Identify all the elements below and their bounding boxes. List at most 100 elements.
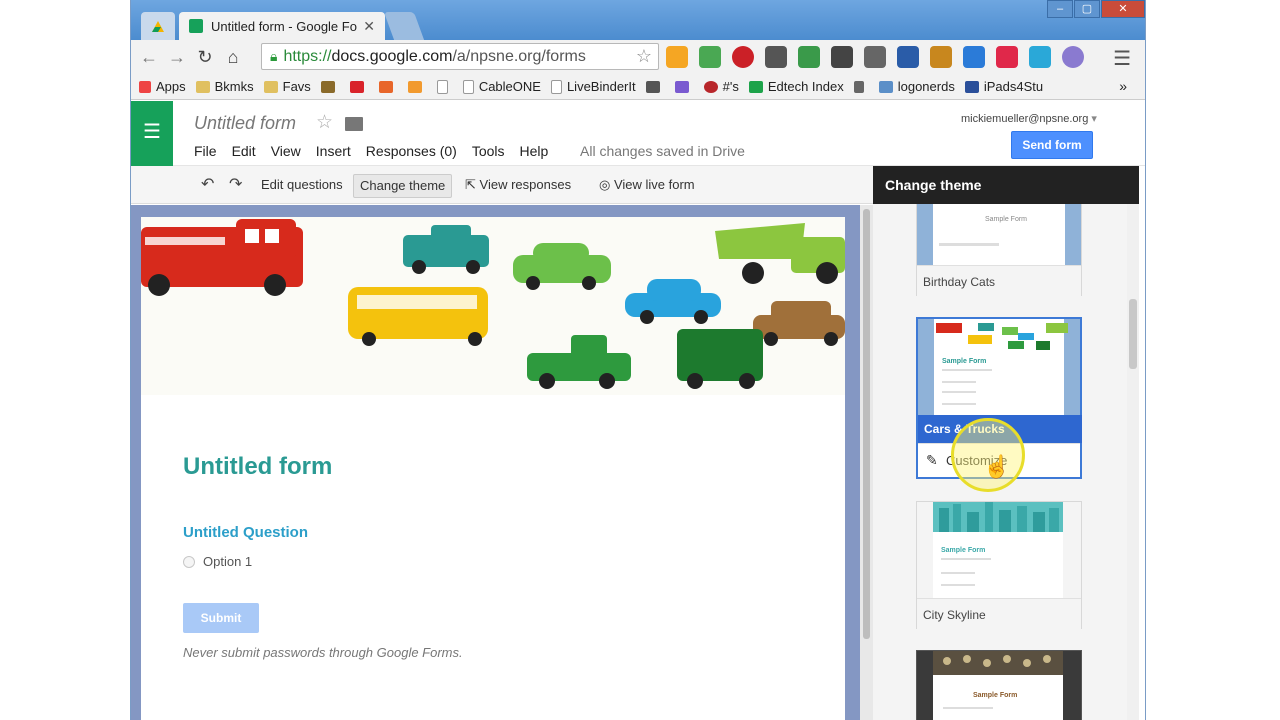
- bookmark-icon-only[interactable]: [853, 80, 869, 93]
- city-skyline-thumbnail: Sample Form: [917, 502, 1081, 598]
- bookmark-icon-only[interactable]: [320, 80, 340, 93]
- form-preview-area: Untitled form Untitled Question Option 1…: [131, 205, 873, 720]
- bookmark-icon-only[interactable]: [674, 80, 694, 93]
- bookmark-favs[interactable]: Favs: [263, 79, 311, 94]
- home-icon[interactable]: ⌂: [219, 43, 247, 71]
- drive-extension-icon[interactable]: [699, 46, 721, 68]
- theme-card-city-skyline[interactable]: Sample Form City Skyline: [916, 501, 1082, 630]
- bookmark-favicon-icon: [645, 80, 660, 93]
- bookmark-icon-only[interactable]: [378, 80, 398, 93]
- forward-icon[interactable]: →: [163, 43, 191, 71]
- bookmark-bkmks[interactable]: Bkmks: [195, 79, 254, 94]
- globe-icon: ◎: [599, 177, 611, 192]
- extension-icon[interactable]: [930, 46, 952, 68]
- view-responses-label: View responses: [479, 177, 572, 192]
- bookmark-logonerds[interactable]: logonerds: [878, 79, 955, 94]
- form-title: Untitled form: [183, 453, 333, 480]
- menu-help[interactable]: Help: [520, 143, 549, 159]
- account-menu[interactable]: mickiemueller@npsne.org ▾: [961, 112, 1097, 125]
- back-icon[interactable]: ←: [135, 43, 163, 71]
- option-label: Option 1: [203, 554, 253, 569]
- folder-icon[interactable]: [345, 117, 363, 131]
- desktop-left: [0, 0, 130, 720]
- extension-icon[interactable]: [1062, 46, 1084, 68]
- scrollbar-thumb[interactable]: [863, 209, 870, 639]
- send-form-button[interactable]: Send form: [1011, 131, 1093, 159]
- forms-menu-icon[interactable]: ☰: [131, 101, 173, 166]
- pinterest-icon[interactable]: [732, 46, 754, 68]
- document-title[interactable]: Untitled form: [194, 113, 296, 134]
- bookmark-icon-only[interactable]: [349, 80, 369, 93]
- view-live-form-button[interactable]: ◎ View live form: [593, 174, 701, 198]
- bookmarks-overflow-icon[interactable]: »: [1119, 78, 1127, 94]
- view-responses-button[interactable]: ⇱ View responses: [459, 174, 577, 198]
- extension-icon[interactable]: [897, 46, 919, 68]
- bookmark-favicon-icon: [320, 80, 335, 93]
- minimize-icon[interactable]: –: [1047, 0, 1073, 18]
- bookmark-apps[interactable]: Apps: [139, 79, 186, 94]
- page-icon: [436, 79, 448, 94]
- tab-title: Untitled form - Google Fo: [211, 18, 357, 34]
- extension-icon[interactable]: [798, 46, 820, 68]
- apps-tab[interactable]: [141, 12, 175, 40]
- extension-icon[interactable]: [963, 46, 985, 68]
- bookmark-icon-only[interactable]: [436, 79, 453, 94]
- drive-icon: [152, 21, 164, 32]
- bookmark-icon-only[interactable]: [407, 80, 427, 93]
- menu-responses[interactable]: Responses (0): [366, 143, 457, 159]
- active-tab[interactable]: Untitled form - Google Fo ✕: [179, 12, 385, 40]
- view-live-form-label: View live form: [613, 177, 695, 192]
- tab-close-icon[interactable]: ✕: [363, 18, 375, 35]
- edit-questions-button[interactable]: Edit questions: [255, 174, 349, 198]
- bookmark-ipads4stu[interactable]: iPads4Stu: [964, 79, 1043, 94]
- bookmark-label: LiveBinderIt: [566, 79, 636, 94]
- bookmarks-bar: Apps Bkmks Favs CableONE LiveBinderIt #'…: [131, 74, 1145, 100]
- bookmark-livebinderit[interactable]: LiveBinderIt: [550, 79, 636, 94]
- star-icon[interactable]: ☆: [316, 111, 333, 134]
- bookmark-numbers[interactable]: #'s: [703, 79, 739, 94]
- undo-icon[interactable]: ↶: [195, 174, 220, 198]
- menu-edit[interactable]: Edit: [232, 143, 256, 159]
- scrollbar-thumb[interactable]: [1129, 299, 1137, 369]
- reload-icon[interactable]: ↻: [191, 43, 219, 71]
- extension-icon[interactable]: [864, 46, 886, 68]
- theme-name: Birthday Cats: [917, 265, 1081, 297]
- address-bar[interactable]: 🔒︎ https:// docs.google.com /a/npsne.org…: [261, 43, 659, 70]
- extension-icon[interactable]: [666, 46, 688, 68]
- menu-file[interactable]: File: [194, 143, 217, 159]
- close-window-icon[interactable]: ✕: [1101, 0, 1145, 18]
- url-path: /a/npsne.org/forms: [452, 47, 586, 65]
- bookmark-edtech-index[interactable]: Edtech Index: [748, 79, 844, 94]
- sample-form-text: Sample Form: [985, 216, 1027, 223]
- chrome-menu-icon[interactable]: ☰: [1113, 46, 1131, 71]
- bookmark-star-icon[interactable]: ☆: [636, 46, 652, 67]
- bookmark-label: Apps: [156, 79, 186, 94]
- menu-insert[interactable]: Insert: [316, 143, 351, 159]
- bookmark-label: Edtech Index: [767, 79, 844, 94]
- extension-icon[interactable]: [831, 46, 853, 68]
- url-scheme: https://: [283, 47, 332, 65]
- extension-icon[interactable]: [996, 46, 1018, 68]
- bookmark-icon-only[interactable]: [645, 80, 665, 93]
- new-tab-button[interactable]: [383, 12, 425, 40]
- menu-tools[interactable]: Tools: [472, 143, 505, 159]
- extension-icon[interactable]: [1029, 46, 1051, 68]
- theme-card-birthday-cats[interactable]: Sample Form Birthday Cats: [916, 204, 1082, 297]
- external-link-icon: ⇱: [465, 177, 476, 192]
- redo-icon[interactable]: ↷: [223, 174, 248, 198]
- option-row[interactable]: Option 1: [183, 554, 252, 569]
- theme-card-next[interactable]: Sample Form: [916, 650, 1082, 720]
- maximize-icon[interactable]: ▢: [1074, 0, 1100, 18]
- change-theme-button[interactable]: Change theme: [353, 174, 453, 198]
- radio-button[interactable]: [183, 555, 195, 568]
- menu-view[interactable]: View: [271, 143, 301, 159]
- theme-panel-scrollbar[interactable]: [1127, 204, 1139, 720]
- eyedropper-icon[interactable]: [765, 46, 787, 68]
- hand-cursor-icon: ☝: [983, 454, 1011, 479]
- form-scrollbar[interactable]: [860, 205, 873, 720]
- bookmark-cableone[interactable]: CableONE: [462, 79, 541, 94]
- submit-button[interactable]: Submit: [183, 603, 259, 633]
- bookmark-label: logonerds: [897, 79, 955, 94]
- pencil-icon: ✎: [926, 452, 938, 468]
- page-icon: [462, 79, 474, 94]
